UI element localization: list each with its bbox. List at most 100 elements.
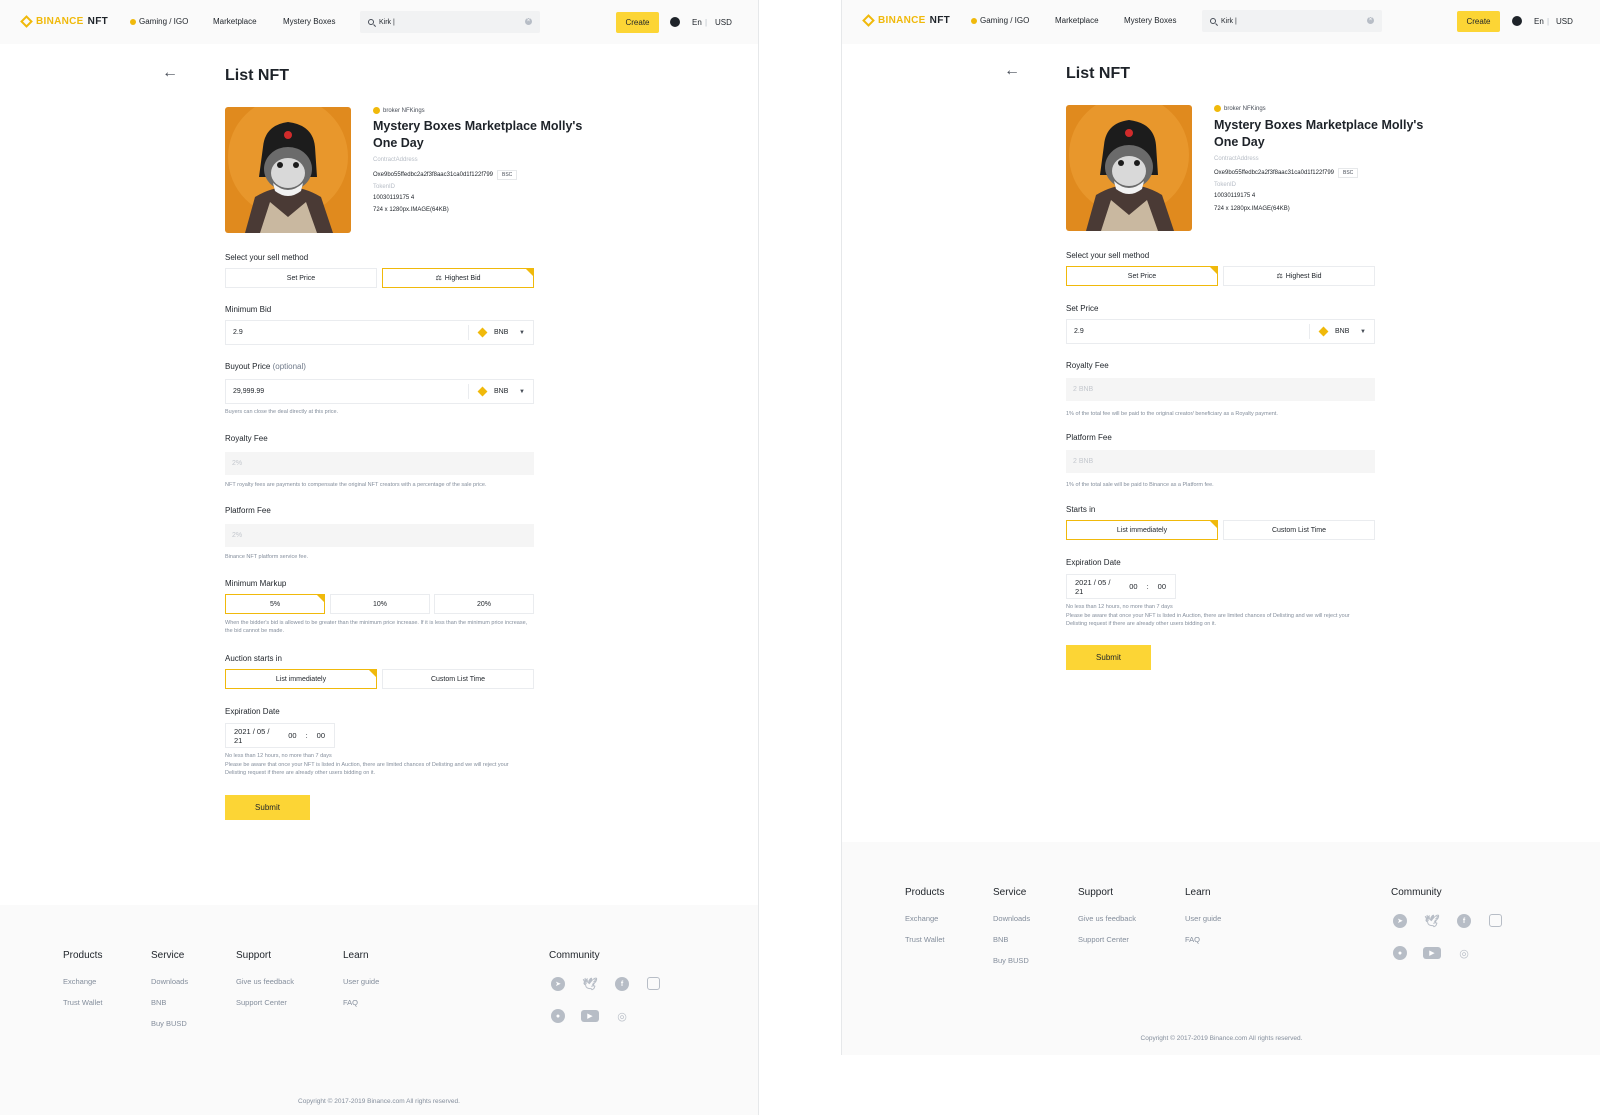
platform-fee-label: Platform Fee: [1066, 433, 1112, 442]
footer-link-support-center[interactable]: Support Center: [236, 998, 287, 1007]
footer-link-feedback[interactable]: Give us feedback: [1078, 914, 1136, 923]
footer-support-title: Support: [236, 950, 272, 961]
site-footer: Products Exchange Trust Wallet Service D…: [842, 842, 1600, 1055]
royalty-helper: NFT royalty fees are payments to compens…: [225, 482, 487, 488]
platform-fee-field: 2 BNB: [1066, 450, 1375, 473]
clear-search-icon[interactable]: ×: [525, 18, 532, 25]
twitter-icon[interactable]: 🕊: [1424, 914, 1439, 928]
footer-link-trust-wallet[interactable]: Trust Wallet: [63, 998, 102, 1007]
submit-button[interactable]: Submit: [1066, 645, 1151, 670]
footer-service-title: Service: [993, 887, 1027, 898]
back-arrow-icon[interactable]: ←: [162, 64, 178, 82]
instagram-icon[interactable]: [647, 977, 660, 990]
top-navbar: BINANCE NFT Gaming / IGO Marketplace Myst…: [842, 0, 1600, 44]
footer-link-faq[interactable]: FAQ: [343, 998, 358, 1007]
back-arrow-icon[interactable]: ←: [1004, 62, 1020, 80]
custom-list-time-option[interactable]: Custom List Time: [1223, 520, 1375, 540]
youtube-icon[interactable]: ▶: [1423, 947, 1441, 959]
language-selector[interactable]: En: [1534, 17, 1544, 26]
sell-method-set-price[interactable]: Set Price: [225, 268, 377, 288]
currency-selector[interactable]: USD: [1556, 17, 1573, 26]
facebook-icon[interactable]: f: [615, 977, 629, 991]
footer-link-exchange[interactable]: Exchange: [63, 977, 96, 986]
royalty-fee-field: 2%: [225, 452, 534, 475]
sell-method-highest-bid[interactable]: ⚖ Highest Bid: [382, 268, 534, 288]
language-selector[interactable]: En: [692, 18, 702, 27]
footer-link-faq[interactable]: FAQ: [1185, 935, 1200, 944]
nft-image: [1066, 105, 1192, 231]
custom-list-time-option[interactable]: Custom List Time: [382, 669, 534, 689]
twitter-icon[interactable]: 🕊: [582, 977, 597, 991]
auction-icon: ⚖: [1276, 273, 1283, 280]
sell-method-label: Select your sell method: [1066, 251, 1150, 260]
footer-link-bnb[interactable]: BNB: [993, 935, 1008, 944]
clear-search-icon[interactable]: ×: [1367, 17, 1374, 24]
binance-nft-logo[interactable]: BINANCE NFT: [20, 15, 108, 28]
footer-link-trust-wallet[interactable]: Trust Wallet: [905, 935, 944, 944]
chevron-down-icon: ▼: [1360, 328, 1366, 335]
list-nft-auction-panel: BINANCE NFT Gaming / IGO Marketplace Myst…: [0, 0, 759, 1115]
currency-selector[interactable]: USD: [715, 18, 732, 27]
currency-dropdown[interactable]: BNB ▼: [468, 384, 533, 399]
footer-link-user-guide[interactable]: User guide: [343, 977, 379, 986]
reddit-icon[interactable]: ●: [1393, 946, 1407, 960]
footer-link-buy-busd[interactable]: Buy BUSD: [151, 1019, 187, 1028]
footer-link-buy-busd[interactable]: Buy BUSD: [993, 956, 1029, 965]
sell-method-set-price[interactable]: Set Price: [1066, 266, 1218, 286]
youtube-icon[interactable]: ▶: [581, 1010, 599, 1022]
buyout-price-input[interactable]: 29,999.99 BNB ▼: [225, 379, 534, 404]
submit-button[interactable]: Submit: [225, 795, 310, 820]
footer-link-support-center[interactable]: Support Center: [1078, 935, 1129, 944]
platform-fee-field: 2%: [225, 524, 534, 547]
sell-method-highest-bid[interactable]: ⚖ Highest Bid: [1223, 266, 1375, 286]
footer-learn-title: Learn: [343, 950, 369, 961]
search-icon: [1210, 18, 1216, 24]
search-icon: [368, 19, 374, 25]
creator-name[interactable]: broker NFKings: [373, 107, 425, 114]
nav-marketplace[interactable]: Marketplace: [213, 17, 257, 26]
footer-link-user-guide[interactable]: User guide: [1185, 914, 1221, 923]
telegram-icon[interactable]: ➤: [551, 977, 565, 991]
nav-gaming-igo[interactable]: Gaming / IGO: [971, 16, 1029, 25]
user-account-icon[interactable]: [670, 17, 680, 27]
instagram-icon[interactable]: [1489, 914, 1502, 927]
create-button[interactable]: Create: [1457, 11, 1500, 32]
search-input[interactable]: Kirk | ×: [360, 11, 540, 33]
nav-mystery-boxes[interactable]: Mystery Boxes: [283, 17, 335, 26]
expiration-date-input[interactable]: 2021 / 05 / 21 00:00: [225, 723, 335, 748]
weibo-icon[interactable]: ◎: [1457, 946, 1471, 960]
markup-option-20[interactable]: 20%: [434, 594, 534, 614]
weibo-icon[interactable]: ◎: [615, 1009, 629, 1023]
nav-gaming-igo[interactable]: Gaming / IGO: [130, 17, 188, 26]
expiration-helper: No less than 12 hours, no more than 7 da…: [1066, 604, 1173, 610]
copyright: Copyright © 2017-2019 Binance.com All ri…: [1140, 1035, 1303, 1042]
minimum-bid-input[interactable]: 2.9 BNB ▼: [225, 320, 534, 345]
facebook-icon[interactable]: f: [1457, 914, 1471, 928]
list-immediately-option[interactable]: List immediately: [1066, 520, 1218, 540]
telegram-icon[interactable]: ➤: [1393, 914, 1407, 928]
footer-link-bnb[interactable]: BNB: [151, 998, 166, 1007]
currency-dropdown[interactable]: BNB ▼: [468, 325, 533, 340]
footer-link-downloads[interactable]: Downloads: [151, 977, 188, 986]
footer-link-downloads[interactable]: Downloads: [993, 914, 1030, 923]
markup-option-10[interactable]: 10%: [330, 594, 430, 614]
auction-starts-label: Auction starts in: [225, 654, 282, 663]
currency-dropdown[interactable]: BNB ▼: [1309, 324, 1374, 339]
search-input[interactable]: Kirk | ×: [1202, 10, 1382, 32]
create-button[interactable]: Create: [616, 12, 659, 33]
markup-option-5[interactable]: 5%: [225, 594, 325, 614]
list-immediately-option[interactable]: List immediately: [225, 669, 377, 689]
nav-mystery-boxes[interactable]: Mystery Boxes: [1124, 16, 1176, 25]
delisting-helper: Please be aware that once your NFT is li…: [1066, 613, 1350, 627]
nav-marketplace[interactable]: Marketplace: [1055, 16, 1099, 25]
set-price-input[interactable]: 2.9 BNB ▼: [1066, 319, 1375, 344]
binance-nft-logo[interactable]: BINANCE NFT: [862, 14, 950, 27]
user-account-icon[interactable]: [1512, 16, 1522, 26]
footer-support-title: Support: [1078, 887, 1114, 898]
reddit-icon[interactable]: ●: [551, 1009, 565, 1023]
expiration-date-input[interactable]: 2021 / 05 / 21 00:00: [1066, 574, 1176, 599]
footer-link-feedback[interactable]: Give us feedback: [236, 977, 294, 986]
creator-name[interactable]: broker NFKings: [1214, 105, 1266, 112]
footer-link-exchange[interactable]: Exchange: [905, 914, 938, 923]
bnb-icon: [477, 386, 488, 397]
